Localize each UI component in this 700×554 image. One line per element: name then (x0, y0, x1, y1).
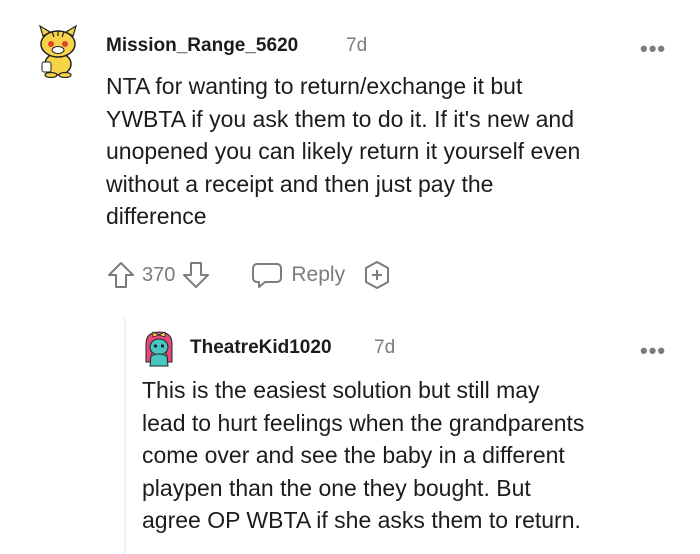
more-options-icon[interactable]: ••• (640, 340, 666, 362)
downvote-icon[interactable] (181, 260, 211, 290)
comment-1-body-line: NTA for wanting to return/exchange it bu… (106, 73, 523, 99)
comment-2-body-line: come over and see the baby in a differen… (142, 442, 565, 468)
comment-1-body-line: difference (106, 203, 207, 229)
snoo-avatar-pink-icon[interactable] (142, 328, 176, 370)
comment-2-body-line: This is the easiest solution but still m… (142, 377, 540, 403)
comment-bubble-icon (251, 260, 283, 290)
more-options-icon[interactable]: ••• (640, 38, 666, 60)
comment-1-body-line: without a receipt and then just pay the (106, 170, 494, 197)
comment-2-body-line: agree OP WBTA if she asks them to return… (142, 507, 581, 533)
comment-2-username[interactable]: TheatreKid1020 (190, 337, 332, 359)
comment-1-body-line: YWBTA if you ask them to do it. If it's … (106, 105, 574, 132)
comment-2-body-line: playpen than the one they bought. But (142, 474, 531, 501)
vote-count: 370 (142, 263, 176, 286)
comment-2: TheatreKid1020 7d ••• This is the easies… (0, 318, 700, 554)
comment-1-body: NTA for wanting to return/exchange it bu… (106, 70, 686, 233)
comment-2-body: This is the easiest solution but still m… (142, 374, 692, 537)
award-icon[interactable] (361, 259, 393, 291)
reply-button[interactable]: Reply (251, 260, 345, 290)
comment-2-age: 7d (374, 337, 396, 358)
reply-label: Reply (291, 263, 346, 286)
comment-1-body-line: unopened you can likely return it yourse… (106, 138, 581, 164)
snoo-avatar-yellow-icon[interactable] (34, 22, 82, 79)
comment-1-actions: 370 Reply (106, 258, 393, 292)
comment-1-username[interactable]: Mission_Range_5620 (106, 35, 298, 57)
comment-1-age: 7d (346, 35, 368, 56)
comment-2-body-line: lead to hurt feelings when the grandpare… (142, 409, 585, 436)
comment-1: Mission_Range_5620 7d ••• NTA for wantin… (0, 0, 700, 300)
upvote-icon[interactable] (106, 260, 136, 290)
